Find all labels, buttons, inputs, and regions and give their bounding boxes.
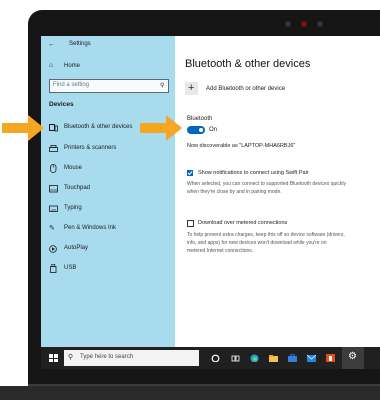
taskbar-search-input[interactable]: Type here to search <box>80 354 133 360</box>
sidebar-item-mouse[interactable]: Mouse <box>41 162 175 176</box>
sidebar-item-label: Bluetooth & other devices <box>64 124 133 130</box>
keyboard-icon <box>49 205 58 212</box>
autoplay-icon <box>49 245 57 253</box>
back-arrow-icon[interactable]: ← <box>48 41 55 49</box>
store-icon[interactable] <box>288 354 297 362</box>
sidebar-item-home[interactable]: Home <box>64 63 80 69</box>
add-device-button[interactable]: + <box>185 82 198 95</box>
search-icon: ⚲ <box>68 354 74 361</box>
add-device-label[interactable]: Add Bluetooth or other device <box>206 86 285 92</box>
swift-pair-checkbox[interactable] <box>187 170 193 176</box>
sidebar-item-label: Pen & Windows Ink <box>64 225 117 231</box>
toggle-knob <box>199 128 203 132</box>
file-explorer-icon[interactable] <box>269 354 278 362</box>
metered-desc: info, and apps) for new devices won't do… <box>187 240 327 246</box>
page-title: Bluetooth & other devices <box>185 58 311 70</box>
home-icon: ⌂ <box>49 62 54 69</box>
camera-icon <box>301 21 307 27</box>
sidebar-item-autoplay[interactable]: AutoPlay <box>41 242 175 256</box>
windows-start-icon[interactable] <box>49 354 58 362</box>
bluetooth-state: On <box>209 127 218 133</box>
search-input[interactable]: Find a setting <box>53 82 89 88</box>
discoverable-text: Now discoverable as "LAPTOP-MHA6RBJ6" <box>187 143 296 149</box>
metered-desc: To help prevent extra charges, keep this… <box>187 232 345 238</box>
search-icon: ⚲ <box>160 83 165 89</box>
sidebar-item-label: USB <box>64 265 77 271</box>
plus-icon: + <box>188 82 195 94</box>
sidebar-item-printers[interactable]: Printers & scanners <box>41 142 175 156</box>
window-title: Settings <box>69 41 91 47</box>
camera-area <box>285 18 345 30</box>
metered-desc: metered Internet connections. <box>187 248 254 254</box>
cortana-icon[interactable] <box>211 354 220 362</box>
swift-pair-desc: when they're close by and in pairing mod… <box>187 189 282 195</box>
usb-icon <box>50 264 57 273</box>
sidebar-item-label: Typing <box>64 205 82 211</box>
sidebar-item-typing[interactable]: Typing <box>41 202 175 216</box>
sensor-icon <box>285 21 291 27</box>
sidebar-item-label: Mouse <box>64 165 83 171</box>
settings-content: Bluetooth & other devices + Add Bluetoot… <box>175 36 380 347</box>
settings-sidebar: ← Settings ⌂ Home Find a setting ⚲ Devic… <box>41 36 175 347</box>
bluetooth-heading: Bluetooth <box>187 116 213 122</box>
edge-icon[interactable] <box>250 354 259 362</box>
taskbar: ⚲ Type here to search ⚙ <box>41 347 380 369</box>
sensor-icon <box>317 21 323 27</box>
taskbar-search[interactable]: ⚲ Type here to search <box>64 350 199 366</box>
swift-pair-label[interactable]: Show notifications to connect using Swif… <box>198 170 309 176</box>
pen-icon: ✎ <box>49 225 55 232</box>
metered-label[interactable]: Download over metered connections <box>198 220 287 226</box>
mouse-icon <box>50 164 57 173</box>
screen: ← Settings ⌂ Home Find a setting ⚲ Devic… <box>41 36 380 369</box>
swift-pair-desc: When selected, you can connect to suppor… <box>187 181 346 187</box>
task-view-icon[interactable] <box>231 354 240 362</box>
touchpad-icon <box>49 185 58 193</box>
sidebar-item-label: AutoPlay <box>64 245 89 251</box>
bluetooth-toggle[interactable] <box>187 126 205 134</box>
pointer-arrow-icon <box>2 115 44 141</box>
bluetooth-devices-icon <box>49 124 58 132</box>
laptop-base <box>0 386 380 400</box>
pointer-arrow-icon <box>140 115 182 141</box>
sidebar-item-label: Touchpad <box>64 185 91 191</box>
gear-icon: ⚙ <box>348 351 357 362</box>
printer-icon <box>49 145 58 152</box>
metered-checkbox[interactable] <box>187 220 194 227</box>
sidebar-item-pen[interactable]: ✎ Pen & Windows Ink <box>41 222 175 236</box>
taskbar-settings-button[interactable]: ⚙ <box>342 347 364 369</box>
check-icon <box>187 171 193 176</box>
office-icon[interactable] <box>326 354 335 362</box>
search-box[interactable]: Find a setting ⚲ <box>49 79 169 93</box>
section-header: Devices <box>49 101 74 108</box>
sidebar-item-usb[interactable]: USB <box>41 262 175 276</box>
sidebar-item-touchpad[interactable]: Touchpad <box>41 182 175 196</box>
mail-icon[interactable] <box>307 354 316 362</box>
sidebar-item-label: Printers & scanners <box>64 145 117 151</box>
